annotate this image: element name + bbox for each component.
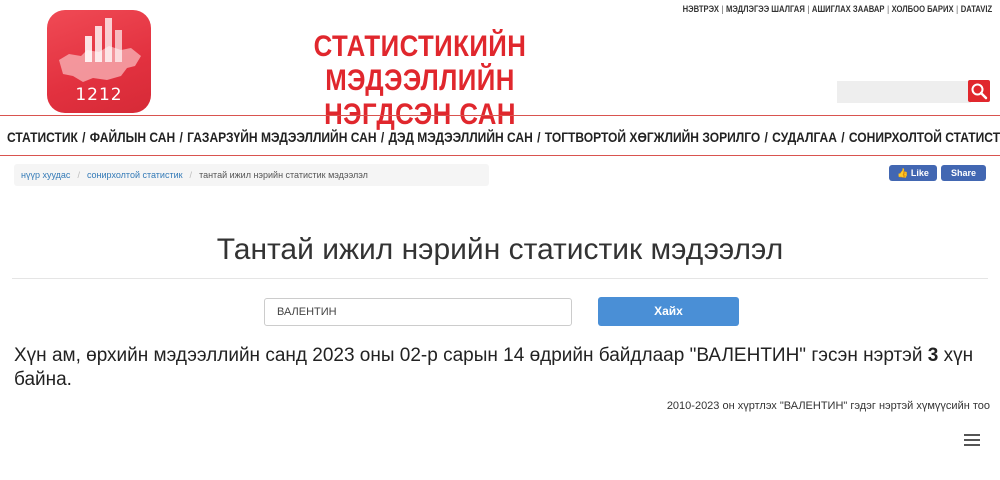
- top-link-dataviz[interactable]: DATAVIZ: [961, 4, 992, 14]
- top-link-login[interactable]: НЭВТРЭХ: [682, 4, 718, 14]
- search-icon: [971, 83, 988, 100]
- breadcrumb: нүүр хуудас / сонирхолтой статистик / тантай…: [14, 164, 489, 186]
- nav-item-sub-database[interactable]: ДЭД МЭДЭЭЛЛИЙН САН: [388, 129, 532, 145]
- page-title: Тантай ижил нэрийн статистик мэдээлэл: [216, 233, 784, 266]
- facebook-share-button[interactable]: Share: [941, 165, 986, 181]
- breadcrumb-current: тантай ижил нэрийн статистик мэдээлэл: [199, 170, 368, 180]
- facebook-like-label: Like: [910, 168, 929, 178]
- site-search-input[interactable]: [837, 81, 971, 103]
- hamburger-menu-icon[interactable]: [964, 434, 980, 448]
- name-search-input[interactable]: [264, 298, 572, 326]
- result-count: 3: [927, 345, 939, 366]
- top-link-contact[interactable]: ХОЛБОО БАРИХ: [891, 4, 953, 14]
- site-logo[interactable]: 1212: [47, 10, 151, 113]
- nav-item-file-library[interactable]: ФАЙЛЫН САН: [90, 129, 175, 145]
- search-button[interactable]: Хайх: [598, 297, 739, 326]
- facebook-like-button[interactable]: 👍 Like: [889, 165, 937, 181]
- result-prefix: Хүн ам, өрхийн мэдээллийн санд 2023 оны …: [14, 345, 928, 366]
- site-title-line1: СТАТИСТИКИЙН МЭДЭЭЛЛИЙН: [313, 30, 527, 97]
- logo-number: 1212: [75, 85, 123, 105]
- nav-item-geo-database[interactable]: ГАЗАРЗҮЙН МЭДЭЭЛЛИЙН САН: [187, 129, 376, 145]
- nav-item-research[interactable]: СУДАЛГАА: [772, 129, 837, 145]
- nav-item-sdg[interactable]: ТОГТВОРТОЙ ХӨГЖЛИЙН ЗОРИЛГО: [545, 129, 760, 145]
- nav-item-statistics[interactable]: СТАТИСТИК: [7, 129, 78, 145]
- top-link-guide[interactable]: АШИГЛАХ ЗААВАР: [812, 4, 885, 14]
- breadcrumb-home[interactable]: нүүр хуудас: [21, 170, 70, 180]
- site-title: СТАТИСТИКИЙН МЭДЭЭЛЛИЙН НЭГДСЭН САН: [239, 30, 600, 132]
- thumbs-up-icon: 👍: [897, 168, 909, 178]
- breadcrumb-interesting-stats[interactable]: сонирхолтой статистик: [87, 170, 183, 180]
- nav-divider: [0, 155, 1000, 156]
- header-divider: [0, 115, 1000, 116]
- top-links: НЭВТРЭХ | МЭДЛЭГЭЭ ШАЛГАЯ | АШИГЛАХ ЗААВАР | Х…: [682, 4, 992, 14]
- nav-item-interesting-stats[interactable]: СОНИРХОЛТОЙ СТАТИСТИК: [849, 129, 1000, 145]
- chart-caption: 2010-2023 он хүртлэх "ВАЛЕНТИН" гэдэг нэ…: [666, 400, 990, 412]
- main-nav: СТАТИСТИК / ФАЙЛЫН САН / ГАЗАРЗҮЙН МЭДЭЭЛЛИЙ…: [7, 129, 1000, 145]
- title-divider: [12, 278, 988, 279]
- result-text: Хүн ам, өрхийн мэдээллийн санд 2023 оны …: [14, 344, 984, 392]
- site-search-button[interactable]: [968, 80, 990, 102]
- top-link-quiz[interactable]: МЭДЛЭГЭЭ ШАЛГАЯ: [726, 4, 805, 14]
